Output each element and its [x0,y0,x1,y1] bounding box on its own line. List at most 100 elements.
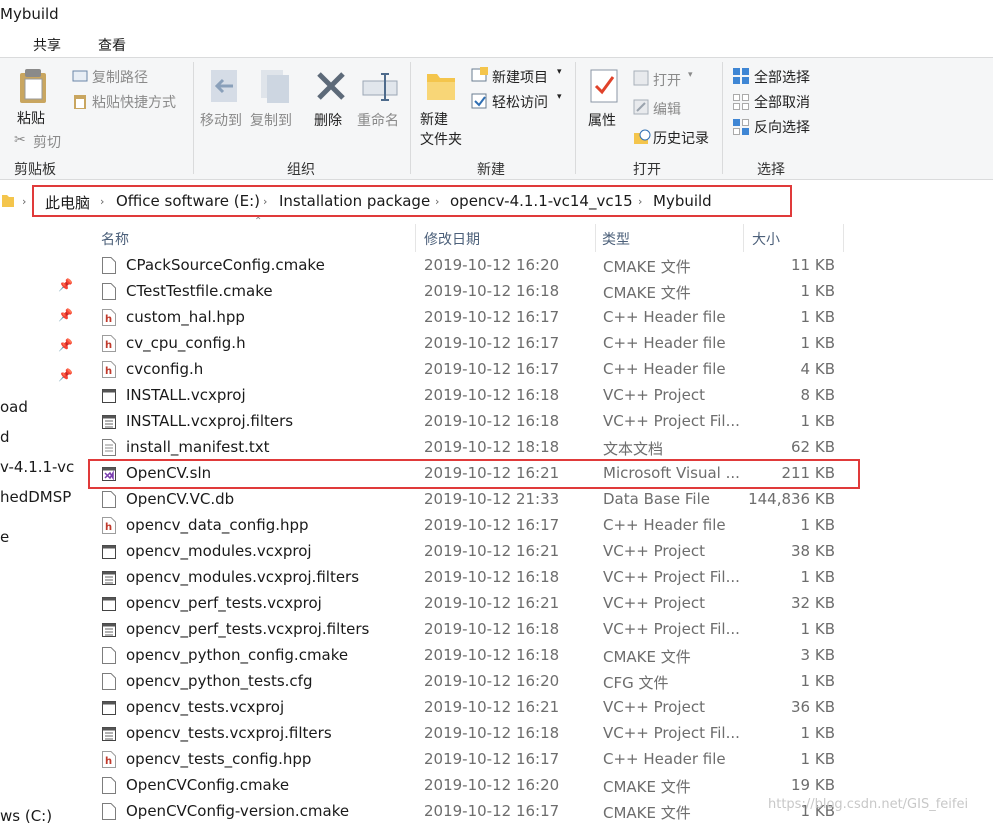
edit-icon [633,99,649,115]
file-size: 1 KB [800,672,835,690]
rename-button[interactable]: 重命名 [357,110,399,130]
file-row[interactable]: opencv_perf_tests.vcxproj.filters 2019-10… [90,617,850,643]
file-row[interactable]: opencv_perf_tests.vcxproj 2019-10-12 16:2… [90,591,850,617]
file-name: cv_cpu_config.h [126,334,246,352]
rename-icon [362,73,398,101]
copy-path-button[interactable]: 复制路径 [92,67,148,87]
svg-text:h: h [105,522,112,533]
select-all-button[interactable]: 全部选择 [754,67,810,87]
easy-access-button[interactable]: 轻松访问 [492,92,548,112]
copy-to-button[interactable]: 复制到 [250,110,292,130]
group-label-open: 打开 [633,162,661,178]
open-button[interactable]: 打开 [653,70,681,90]
new-folder-button[interactable]: 新建 文件夹 [420,110,462,150]
file-type: Data Base File [603,490,710,508]
file-size: 3 KB [800,646,835,664]
file-row[interactable]: INSTALL.vcxproj.filters 2019-10-12 16:18 V… [90,409,850,435]
file-row[interactable]: opencv_python_tests.cfg 2019-10-12 16:20 C… [90,669,850,695]
file-row[interactable]: CPackSourceConfig.cmake 2019-10-12 16:20 C… [90,253,850,279]
nav-item[interactable]: d [0,428,10,446]
chevron-down-icon: ▾ [557,67,562,77]
invert-selection-icon [733,119,749,135]
file-type: C++ Header file [603,516,726,534]
nav-item[interactable]: v-4.1.1-vc14 [0,458,75,476]
properties-button[interactable]: 属性 [588,110,616,130]
cut-icon: ✂ [14,132,26,148]
file-size: 144,836 KB [748,490,835,508]
properties-icon [590,69,618,103]
file-row[interactable]: h opencv_tests_config.hpp 2019-10-12 16:17… [90,747,850,773]
copy-to-icon [261,70,289,103]
file-date: 2019-10-12 16:17 [424,334,560,352]
file-row[interactable]: install_manifest.txt 2019-10-12 18:18 文本文档… [90,435,850,461]
invert-selection-button[interactable]: 反向选择 [754,117,810,137]
file-size: 1 KB [800,282,835,300]
file-name: opencv_tests.vcxproj [126,698,285,716]
new-item-button[interactable]: 新建项目 [492,67,548,87]
file-row[interactable]: opencv_python_config.cmake 2019-10-12 16:… [90,643,850,669]
file-name: CTestTestfile.cmake [126,282,273,300]
file-name: install_manifest.txt [126,438,270,456]
nav-item[interactable]: hedDMSP [0,488,71,506]
delete-button[interactable]: 删除 [314,110,342,130]
file-size: 1 KB [800,412,835,430]
file-row[interactable]: INSTALL.vcxproj 2019-10-12 16:18 VC++ Proj… [90,383,850,409]
file-row[interactable]: opencv_tests.vcxproj.filters 2019-10-12 1… [90,721,850,747]
file-row[interactable]: OpenCV.VC.db 2019-10-12 21:33 Data Base Fi… [90,487,850,513]
nav-item[interactable]: e [0,528,9,546]
pin-icon[interactable]: 📌 [58,368,73,382]
folder-icon [2,195,14,207]
file-name: opencv_perf_tests.vcxproj.filters [126,620,370,638]
file-row[interactable]: h custom_hal.hpp 2019-10-12 16:17 C++ Heade… [90,305,850,331]
file-row[interactable]: opencv_modules.vcxproj 2019-10-12 16:21 VC… [90,539,850,565]
pin-icon[interactable]: 📌 [58,278,73,292]
text-file-icon [102,439,116,456]
paste-icon[interactable] [18,68,48,104]
file-size: 1 KB [800,568,835,586]
file-date: 2019-10-12 16:18 [424,412,560,430]
file-date: 2019-10-12 18:18 [424,438,560,456]
tab-share[interactable]: 共享 [33,35,61,55]
chevron-down-icon: ▾ [557,92,562,102]
file-type: C++ Header file [603,334,726,352]
move-to-button[interactable]: 移动到 [200,110,242,130]
file-name: opencv_python_tests.cfg [126,672,313,690]
select-none-icon [733,94,749,110]
history-button[interactable]: 历史记录 [653,128,709,148]
file-row[interactable]: h cv_cpu_config.h 2019-10-12 16:17 C++ Head… [90,331,850,357]
file-date: 2019-10-12 16:18 [424,568,560,586]
file-file-icon [102,647,116,664]
address-bar[interactable]: › 此电脑 › Office software (E:) › Installat… [0,185,993,217]
file-row[interactable]: opencv_tests.vcxproj 2019-10-12 16:21 VC++… [90,695,850,721]
file-name: OpenCVConfig-version.cmake [126,802,350,820]
navigation-pane: 📌 📌 📌 📌 oad d v-4.1.1-vc14 hedDMSP e ws … [0,222,80,825]
file-row[interactable]: CTestTestfile.cmake 2019-10-12 16:18 CMAKE… [90,279,850,305]
pin-icon[interactable]: 📌 [58,308,73,322]
file-date: 2019-10-12 16:18 [424,282,560,300]
edit-button[interactable]: 编辑 [653,99,681,119]
file-type: C++ Header file [603,360,726,378]
select-none-button[interactable]: 全部取消 [754,92,810,112]
file-row[interactable]: h opencv_data_config.hpp 2019-10-12 16:17 C… [90,513,850,539]
paste-shortcut-button[interactable]: 粘贴快捷方式 [92,92,176,112]
filters-file-icon [102,727,116,741]
file-row[interactable]: opencv_modules.vcxproj.filters 2019-10-12… [90,565,850,591]
file-date: 2019-10-12 16:18 [424,620,560,638]
sort-up-icon: ⌃ [254,216,263,227]
header-file-icon: h [102,309,116,326]
cut-button[interactable]: 剪切 [33,132,61,152]
file-name: opencv_perf_tests.vcxproj [126,594,322,612]
file-row[interactable]: h cvconfig.h 2019-10-12 16:17 C++ Header fi… [90,357,850,383]
nav-item[interactable]: oad [0,398,28,416]
file-row[interactable]: OpenCVConfig-version.cmake 2019-10-12 16:… [90,799,850,825]
window-title: Mybuild [0,5,59,23]
nav-item[interactable]: ws (C:) [0,807,52,825]
file-name: CPackSourceConfig.cmake [126,256,325,274]
file-file-icon [102,803,116,820]
tab-view[interactable]: 查看 [98,35,126,55]
svg-text:h: h [105,340,112,351]
pin-icon[interactable]: 📌 [58,338,73,352]
move-to-icon [211,70,237,102]
file-row[interactable]: OpenCVConfig.cmake 2019-10-12 16:20 CMAKE … [90,773,850,799]
paste-button[interactable]: 粘贴 [17,108,45,128]
